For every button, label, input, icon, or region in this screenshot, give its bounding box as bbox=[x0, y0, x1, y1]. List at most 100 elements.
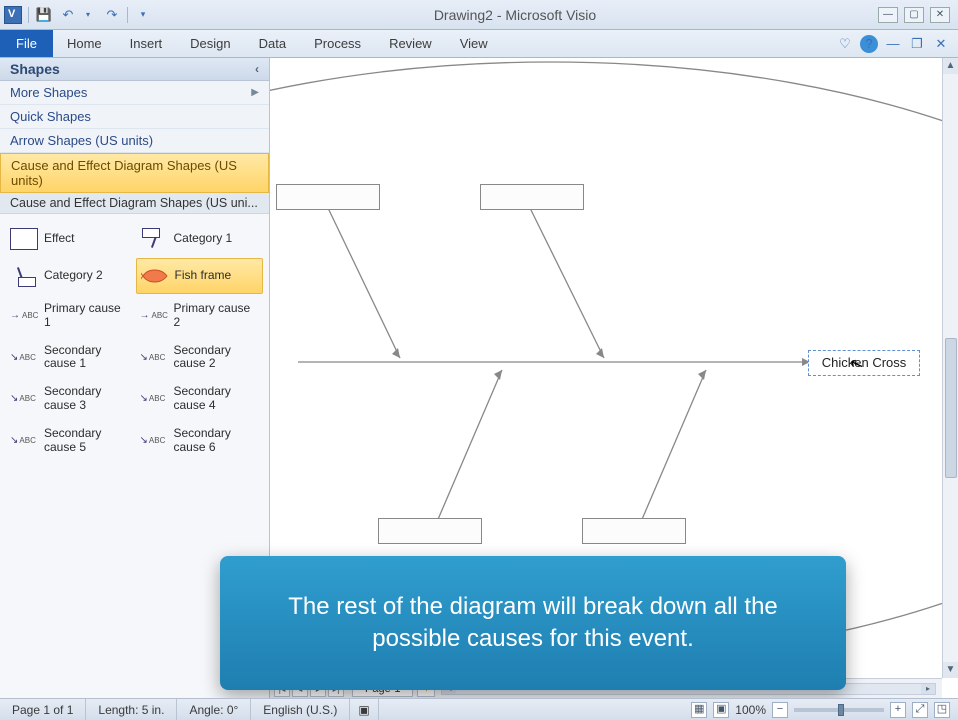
separator bbox=[28, 7, 29, 23]
callout-text: The rest of the diagram will break down … bbox=[248, 591, 818, 656]
vertical-scrollbar[interactable]: ▲ ▼ bbox=[942, 58, 958, 678]
ribbon-tabs: File Home Insert Design Data Process Rev… bbox=[0, 30, 958, 58]
doc-close-icon[interactable]: ✕ bbox=[932, 35, 950, 53]
status-length: Length: 5 in. bbox=[86, 699, 177, 720]
file-tab[interactable]: File bbox=[0, 30, 53, 57]
stencil-label: Arrow Shapes (US units) bbox=[10, 133, 153, 148]
status-angle: Angle: 0° bbox=[177, 699, 251, 720]
fit-page-icon[interactable]: ⤢ bbox=[912, 702, 928, 718]
more-shapes-label: More Shapes bbox=[10, 85, 87, 100]
normal-view-icon[interactable]: ▦ bbox=[691, 702, 707, 718]
status-bar: Page 1 of 1 Length: 5 in. Angle: 0° Engl… bbox=[0, 698, 958, 720]
shape-secondary-cause-6[interactable]: ABC Secondary cause 6 bbox=[136, 421, 264, 461]
tab-design[interactable]: Design bbox=[176, 30, 244, 57]
visio-app-icon[interactable] bbox=[4, 6, 22, 24]
tab-review[interactable]: Review bbox=[375, 30, 446, 57]
secondary-cause-icon: ABC bbox=[140, 388, 168, 410]
stencil-subheader: Cause and Effect Diagram Shapes (US uni.… bbox=[0, 193, 269, 214]
category-box[interactable] bbox=[480, 184, 584, 210]
scroll-down-icon[interactable]: ▼ bbox=[943, 662, 958, 678]
tab-view[interactable]: View bbox=[446, 30, 502, 57]
shape-category-1[interactable]: Category 1 bbox=[136, 222, 264, 256]
zoom-out-button[interactable]: − bbox=[772, 702, 788, 718]
chevron-right-icon: ▶ bbox=[251, 87, 259, 98]
zoom-level[interactable]: 100% bbox=[735, 703, 766, 717]
shape-secondary-cause-5[interactable]: ABC Secondary cause 5 bbox=[6, 421, 134, 461]
minimize-button[interactable]: — bbox=[878, 7, 898, 23]
shape-primary-cause-1[interactable]: ABC Primary cause 1 bbox=[6, 296, 134, 336]
shape-secondary-cause-4[interactable]: ABC Secondary cause 4 bbox=[136, 379, 264, 419]
save-icon[interactable]: 💾 bbox=[35, 6, 53, 24]
scroll-up-icon[interactable]: ▲ bbox=[943, 58, 958, 74]
category-box[interactable] bbox=[378, 518, 482, 544]
heart-icon[interactable]: ♡ bbox=[836, 35, 854, 53]
shape-secondary-cause-2[interactable]: ABC Secondary cause 2 bbox=[136, 338, 264, 378]
zoom-slider[interactable] bbox=[794, 708, 884, 712]
undo-dropdown-icon[interactable]: ▾ bbox=[79, 6, 97, 24]
category-box[interactable] bbox=[582, 518, 686, 544]
zoom-slider-knob[interactable] bbox=[838, 704, 844, 716]
primary-cause-icon: ABC bbox=[10, 305, 38, 327]
shape-fish-frame[interactable]: Fish frame bbox=[136, 258, 264, 294]
maximize-button[interactable]: ▢ bbox=[904, 7, 924, 23]
shape-label: Primary cause 2 bbox=[174, 302, 260, 330]
window-controls: — ▢ ✕ bbox=[878, 7, 958, 23]
collapse-panel-icon[interactable]: ‹ bbox=[255, 62, 259, 76]
category-box[interactable] bbox=[276, 184, 380, 210]
redo-icon[interactable]: ↷ bbox=[103, 6, 121, 24]
secondary-cause-icon: ABC bbox=[10, 346, 38, 368]
shapes-panel-title: Shapes ‹ bbox=[0, 58, 269, 81]
scroll-right-icon[interactable]: ▸ bbox=[921, 684, 935, 694]
shape-label: Secondary cause 6 bbox=[174, 427, 260, 455]
effect-text-box[interactable]: Chicken Cross bbox=[808, 350, 920, 376]
shape-label: Primary cause 1 bbox=[44, 302, 130, 330]
macro-record-icon[interactable]: ▣ bbox=[350, 699, 378, 720]
secondary-cause-icon: ABC bbox=[140, 346, 168, 368]
shape-label: Secondary cause 3 bbox=[44, 385, 130, 413]
primary-cause-icon: ABC bbox=[140, 305, 168, 327]
stencil-cause-effect[interactable]: Cause and Effect Diagram Shapes (US unit… bbox=[0, 153, 269, 193]
shape-effect[interactable]: Effect bbox=[6, 222, 134, 256]
shape-category-2[interactable]: Category 2 bbox=[6, 258, 134, 294]
more-shapes-menu[interactable]: More Shapes ▶ bbox=[0, 81, 269, 105]
shape-label: Fish frame bbox=[175, 269, 232, 283]
secondary-cause-icon: ABC bbox=[140, 430, 168, 452]
full-screen-icon[interactable]: ▣ bbox=[713, 702, 729, 718]
doc-minimize-icon[interactable]: — bbox=[884, 35, 902, 53]
doc-restore-icon[interactable]: ❐ bbox=[908, 35, 926, 53]
tab-insert[interactable]: Insert bbox=[116, 30, 177, 57]
titlebar: 💾 ↶ ▾ ↷ ▾ Drawing2 - Microsoft Visio — ▢… bbox=[0, 0, 958, 30]
shape-label: Secondary cause 4 bbox=[174, 385, 260, 413]
help-icon[interactable]: ? bbox=[860, 35, 878, 53]
tab-process[interactable]: Process bbox=[300, 30, 375, 57]
undo-icon[interactable]: ↶ bbox=[59, 6, 77, 24]
panel-title-label: Shapes bbox=[10, 61, 60, 77]
stencil-arrow-shapes[interactable]: Arrow Shapes (US units) bbox=[0, 129, 269, 153]
customize-qat-icon[interactable]: ▾ bbox=[134, 6, 152, 24]
shape-label: Secondary cause 5 bbox=[44, 427, 130, 455]
pan-zoom-window-icon[interactable]: ◳ bbox=[934, 702, 950, 718]
shape-label: Category 2 bbox=[44, 269, 103, 283]
zoom-in-button[interactable]: + bbox=[890, 702, 906, 718]
stencil-quick-shapes[interactable]: Quick Shapes bbox=[0, 105, 269, 129]
shape-secondary-cause-1[interactable]: ABC Secondary cause 1 bbox=[6, 338, 134, 378]
shape-label: Secondary cause 2 bbox=[174, 344, 260, 372]
shape-secondary-cause-3[interactable]: ABC Secondary cause 3 bbox=[6, 379, 134, 419]
shape-label: Secondary cause 1 bbox=[44, 344, 130, 372]
separator bbox=[127, 7, 128, 23]
scroll-thumb[interactable] bbox=[945, 338, 957, 478]
status-page[interactable]: Page 1 of 1 bbox=[0, 699, 86, 720]
view-switcher: ▦ ▣ 100% − + ⤢ ◳ bbox=[683, 702, 958, 718]
tutorial-callout: The rest of the diagram will break down … bbox=[220, 556, 846, 690]
shape-label: Effect bbox=[44, 232, 74, 246]
tab-data[interactable]: Data bbox=[245, 30, 300, 57]
shape-primary-cause-2[interactable]: ABC Primary cause 2 bbox=[136, 296, 264, 336]
tab-home[interactable]: Home bbox=[53, 30, 116, 57]
status-language[interactable]: English (U.S.) bbox=[251, 699, 350, 720]
fish-frame-icon bbox=[141, 265, 169, 287]
secondary-cause-icon: ABC bbox=[10, 388, 38, 410]
close-button[interactable]: ✕ bbox=[930, 7, 950, 23]
shape-list: Effect Category 1 Category 2 Fish frame … bbox=[0, 214, 269, 468]
category2-icon bbox=[10, 265, 38, 287]
category1-icon bbox=[140, 228, 168, 250]
